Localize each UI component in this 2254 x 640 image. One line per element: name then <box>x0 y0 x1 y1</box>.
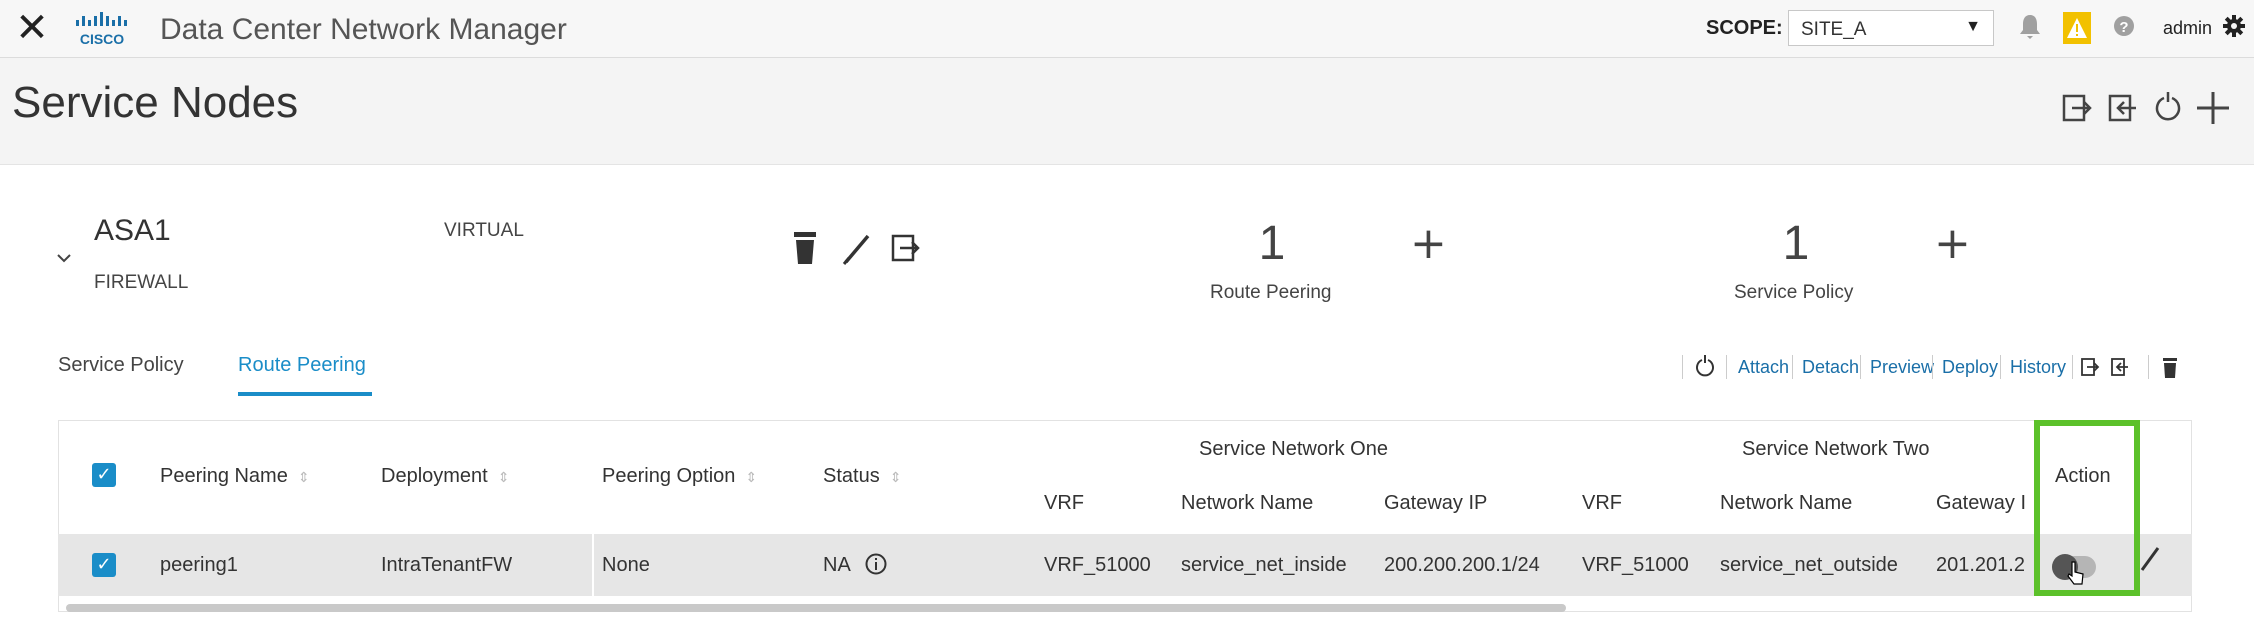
chevron-down-icon: ▼ <box>1965 18 1981 35</box>
service-policy-label: Service Policy <box>1734 282 1854 303</box>
divider <box>2000 355 2001 379</box>
export-icon[interactable] <box>890 228 922 268</box>
add-icon[interactable] <box>2196 86 2230 130</box>
svg-text:?: ? <box>2119 19 2128 36</box>
cisco-logo: CISCO <box>72 10 144 50</box>
preview-link[interactable]: Preview <box>1870 350 1934 384</box>
cell-status: NA <box>823 554 851 576</box>
active-tab-indicator <box>238 392 372 396</box>
column-header-network-name-one: Network Name <box>1181 492 1314 514</box>
column-resize-handle[interactable] <box>592 534 594 596</box>
column-header-deployment[interactable]: Deployment ⇕ <box>381 465 509 488</box>
info-icon[interactable] <box>864 552 888 582</box>
column-group-service-network-one: Service Network One <box>1199 438 1388 460</box>
column-header-peering-option[interactable]: Peering Option ⇕ <box>602 465 757 488</box>
cell-vrf-one: VRF_51000 <box>1044 554 1151 576</box>
settings-icon[interactable] <box>2220 12 2248 44</box>
edit-icon[interactable] <box>2138 544 2162 582</box>
refresh-icon[interactable] <box>1694 350 1716 384</box>
close-icon[interactable]: ✕ <box>14 8 50 48</box>
sort-icon[interactable]: ⇕ <box>890 469 902 485</box>
node-type: FIREWALL <box>94 272 189 293</box>
import-icon[interactable] <box>2060 86 2092 130</box>
cisco-logo-text: CISCO <box>80 31 124 47</box>
header-label: Peering Option <box>602 465 736 487</box>
bell-icon[interactable] <box>2016 12 2044 44</box>
tab-route-peering[interactable]: Route Peering <box>238 354 366 377</box>
divider <box>2072 355 2073 379</box>
divider <box>1860 355 1861 379</box>
cell-gateway-ip-one: 200.200.200.1/24 <box>1384 554 1540 576</box>
horizontal-scrollbar[interactable] <box>66 604 1566 612</box>
export-icon[interactable] <box>2106 86 2138 130</box>
chevron-down-icon[interactable] <box>56 248 72 269</box>
action-column-highlight <box>2034 420 2140 596</box>
column-header-status[interactable]: Status ⇕ <box>823 465 901 488</box>
column-header-vrf-one: VRF <box>1044 492 1084 514</box>
deploy-link[interactable]: Deploy <box>1942 350 1998 384</box>
column-header-gateway-ip-one: Gateway IP <box>1384 492 1488 514</box>
sort-icon[interactable]: ⇕ <box>498 469 510 485</box>
warning-icon[interactable] <box>2063 12 2091 44</box>
refresh-icon[interactable] <box>2152 86 2184 130</box>
add-service-policy-button[interactable]: + <box>1934 218 1971 269</box>
divider <box>2148 355 2149 379</box>
column-header-gateway-ip-two: Gateway I <box>1936 492 2027 514</box>
scope-value: SITE_A <box>1801 19 1867 40</box>
trash-icon[interactable] <box>2160 350 2180 384</box>
select-all-checkbox[interactable]: ✓ <box>92 463 116 487</box>
cell-vrf-two: VRF_51000 <box>1582 554 1689 576</box>
divider <box>1932 355 1933 379</box>
sort-icon[interactable]: ⇕ <box>745 469 757 485</box>
app-title: Data Center Network Manager <box>160 13 567 46</box>
tab-service-policy[interactable]: Service Policy <box>58 354 184 377</box>
divider <box>1726 355 1727 379</box>
node-name: ASA1 <box>94 214 171 247</box>
column-header-vrf-two: VRF <box>1582 492 1622 514</box>
cell-gateway-ip-two: 201.201.2 <box>1936 554 2025 576</box>
cell-peering-name: peering1 <box>160 554 238 576</box>
header-label: Status <box>823 465 880 487</box>
cell-network-name-two: service_net_outside <box>1720 554 1898 576</box>
add-route-peering-button[interactable]: + <box>1410 218 1447 269</box>
header-label: Deployment <box>381 465 488 487</box>
edit-icon[interactable] <box>840 228 874 268</box>
scope-label: SCOPE: <box>1706 17 1783 39</box>
history-link[interactable]: History <box>2010 350 2066 384</box>
route-peering-count: 1 <box>1258 217 1286 270</box>
trash-icon[interactable] <box>790 228 820 268</box>
cell-network-name-one: service_net_inside <box>1181 554 1347 576</box>
column-group-service-network-two: Service Network Two <box>1742 438 1930 460</box>
user-name[interactable]: admin <box>2163 18 2212 39</box>
cell-peering-option: None <box>602 554 650 576</box>
page-title: Service Nodes <box>12 78 299 127</box>
top-bar: ✕ CISCO Data Center Network Manager SCOP… <box>0 0 2254 58</box>
export-icon[interactable] <box>2110 350 2130 384</box>
row-checkbox[interactable]: ✓ <box>92 553 116 577</box>
import-icon[interactable] <box>2080 350 2100 384</box>
service-policy-count: 1 <box>1782 217 1810 270</box>
attach-link[interactable]: Attach <box>1738 350 1789 384</box>
detach-link[interactable]: Detach <box>1802 350 1859 384</box>
sort-icon[interactable]: ⇕ <box>298 469 310 485</box>
scope-select[interactable]: SITE_A ▼ <box>1788 10 1994 46</box>
route-peering-label: Route Peering <box>1210 282 1332 303</box>
node-form-factor: VIRTUAL <box>444 220 524 241</box>
divider <box>1682 355 1683 379</box>
column-header-peering-name[interactable]: Peering Name ⇕ <box>160 465 310 488</box>
divider <box>1792 355 1793 379</box>
header-label: Peering Name <box>160 465 288 487</box>
cell-deployment: IntraTenantFW <box>381 554 513 576</box>
column-header-network-name-two: Network Name <box>1720 492 1853 514</box>
help-icon[interactable]: ? <box>2110 12 2138 44</box>
